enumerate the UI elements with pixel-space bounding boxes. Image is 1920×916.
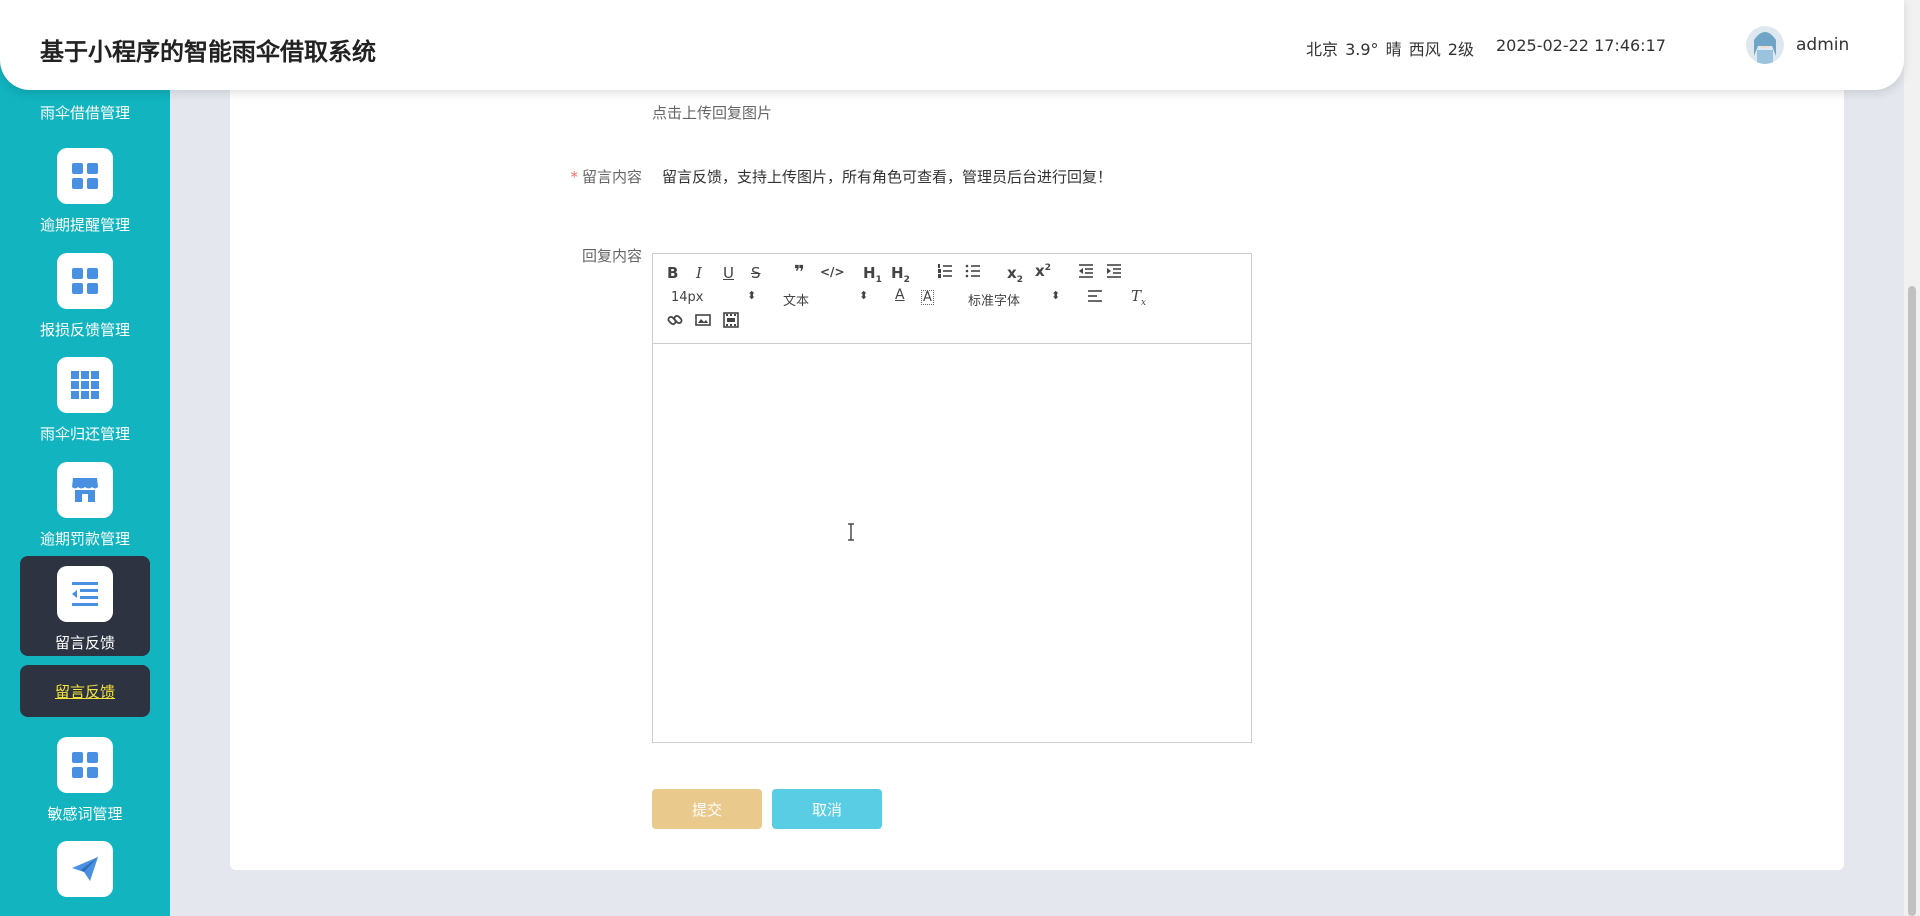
sidebar-subitem-message-feedback[interactable]: 留言反馈: [20, 665, 150, 717]
sidebar-subitem-label: 留言反馈: [54, 682, 115, 701]
content-label: * 留言内容: [492, 166, 642, 187]
weather-info: 北京 3.9° 晴 西风 2级: [1306, 40, 1474, 59]
outdent-icon[interactable]: [1078, 263, 1094, 283]
grid-icon: [57, 253, 113, 309]
grid-icon: [57, 737, 113, 793]
grid-icon: [57, 148, 113, 204]
clear-format-icon[interactable]: Tx: [1131, 287, 1146, 308]
cancel-button[interactable]: 取消: [772, 789, 882, 829]
store-icon: [57, 462, 113, 518]
sidebar-item-label: 报损反馈管理: [39, 321, 130, 339]
underline-icon[interactable]: U: [723, 264, 734, 282]
sidebar-item-cut[interactable]: 雨伞借借管理: [0, 104, 170, 122]
font-size-value: 14px: [671, 290, 704, 305]
image-icon[interactable]: [695, 312, 711, 332]
align-icon[interactable]: [1087, 289, 1103, 307]
send-icon: [57, 841, 113, 897]
sidebar-item-overdue-fine[interactable]: 逾期罚款管理: [20, 462, 150, 562]
content-value: 留言反馈，支持上传图片，所有角色可查看，管理员后台进行回复！: [662, 168, 1113, 186]
sidebar-item-label: 逾期罚款管理: [39, 530, 130, 548]
font-family-value: 标准字体: [968, 294, 1021, 309]
sidebar-item-label: 雨伞归还管理: [39, 425, 130, 443]
sidebar: 雨伞借借管理 逾期提醒管理 报损反馈管理 雨伞归还管理 逾期罚款管理 留言反馈 …: [0, 0, 170, 916]
sidebar-item-send[interactable]: [20, 841, 150, 916]
font-size-select-arrow-icon[interactable]: ⬍: [747, 289, 756, 302]
block-type-select-arrow-icon[interactable]: ⬍: [859, 289, 868, 302]
bold-icon[interactable]: B: [667, 264, 678, 282]
required-mark: *: [570, 168, 578, 186]
sidebar-item-message-feedback[interactable]: 留言反馈: [20, 556, 150, 656]
sidebar-item-sensitive-words[interactable]: 敏感词管理: [20, 737, 150, 837]
sidebar-item-label: 留言反馈: [54, 634, 115, 652]
font-size-select[interactable]: 14px: [671, 290, 704, 305]
video-icon[interactable]: [723, 312, 739, 332]
code-block-icon[interactable]: </>: [820, 265, 845, 279]
content-label-text: 留言内容: [581, 168, 642, 186]
sidebar-item-overdue-reminder[interactable]: 逾期提醒管理: [20, 148, 150, 248]
sidebar-item-label: 敏感词管理: [47, 805, 123, 823]
font-color-icon[interactable]: A: [895, 287, 905, 303]
top-header: 基于小程序的智能雨伞借取系统 北京 3.9° 晴 西风 2级 2025-02-2…: [0, 0, 1904, 90]
avatar[interactable]: [1746, 26, 1784, 64]
reply-label: 回复内容: [581, 247, 642, 265]
block-type-value: 文本: [783, 294, 810, 309]
bullet-list-icon[interactable]: [965, 263, 981, 283]
subscript-icon[interactable]: x2: [1007, 264, 1023, 285]
upload-reply-image-link[interactable]: 点击上传回复图片: [652, 102, 772, 123]
editor-toolbar: B I U S ❞ </> H1 H2 x2 x2 14px ⬍ 文本 ⬍ A …: [653, 254, 1251, 344]
sidebar-item-damage-feedback[interactable]: 报损反馈管理: [20, 253, 150, 353]
grid9-icon: [57, 357, 113, 413]
username[interactable]: admin: [1796, 35, 1849, 55]
font-family-select-arrow-icon[interactable]: ⬍: [1051, 289, 1060, 302]
submit-button[interactable]: 提交: [652, 789, 762, 829]
ordered-list-icon[interactable]: [937, 263, 953, 283]
link-icon[interactable]: [667, 312, 683, 332]
background-color-icon[interactable]: A: [921, 290, 934, 305]
editor-content-area[interactable]: [653, 344, 1251, 742]
sidebar-item-label: 逾期提醒管理: [39, 216, 130, 234]
header1-icon[interactable]: H1: [863, 264, 882, 285]
font-family-select[interactable]: 标准字体: [968, 290, 1020, 309]
block-type-select[interactable]: 文本: [783, 290, 809, 309]
header2-icon[interactable]: H2: [891, 264, 910, 285]
text-cursor-icon: [848, 523, 854, 541]
indent-icon[interactable]: [1106, 263, 1122, 283]
sidebar-item-umbrella-return[interactable]: 雨伞归还管理: [20, 357, 150, 457]
superscript-icon[interactable]: x2: [1035, 262, 1051, 280]
strike-icon[interactable]: S: [751, 264, 761, 282]
list-icon: [57, 566, 113, 622]
page-title: 基于小程序的智能雨伞借取系统: [40, 38, 376, 66]
italic-icon[interactable]: I: [696, 264, 702, 282]
page-scrollbar-thumb[interactable]: [1908, 286, 1916, 916]
current-datetime: 2025-02-22 17:46:17: [1496, 36, 1666, 55]
reply-editor: B I U S ❞ </> H1 H2 x2 x2 14px ⬍ 文本 ⬍ A …: [652, 253, 1252, 743]
blockquote-icon[interactable]: ❞: [794, 262, 805, 283]
